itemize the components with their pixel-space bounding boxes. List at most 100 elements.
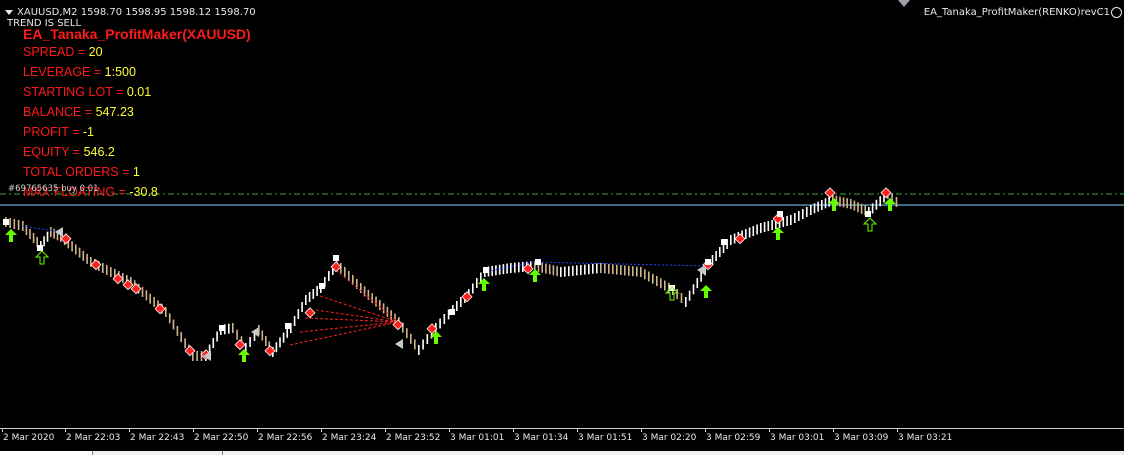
sell-marker-icon — [234, 339, 246, 351]
renko-brick — [608, 263, 610, 274]
renko-brick — [636, 266, 638, 277]
renko-brick — [794, 213, 796, 223]
renko-brick — [676, 289, 678, 299]
renko-brick — [53, 228, 55, 239]
smiley-icon[interactable] — [1111, 7, 1122, 18]
trade-link-line — [21, 225, 63, 233]
close-marker-icon — [333, 255, 339, 261]
renko-brick — [604, 263, 606, 274]
renko-brick — [180, 332, 182, 343]
renko-brick — [564, 266, 566, 277]
renko-brick — [752, 226, 755, 236]
sell-marker-icon — [461, 291, 473, 303]
renko-brick — [719, 247, 721, 257]
renko-brick — [748, 227, 751, 238]
renko-brick — [82, 250, 85, 261]
time-tick-mark — [833, 428, 834, 432]
renko-brick — [802, 209, 804, 219]
price-plot[interactable] — [0, 0, 1124, 455]
renko-brick — [810, 205, 812, 215]
close-marker-icon — [219, 325, 225, 331]
renko-brick — [75, 244, 77, 255]
renko-brick — [506, 263, 508, 274]
renko-brick — [745, 229, 747, 239]
chart-tab[interactable] — [0, 451, 93, 455]
renko-brick — [282, 332, 285, 343]
renko-brick — [32, 233, 35, 243]
renko-brick — [640, 267, 642, 277]
bottom-tab-bar — [0, 451, 1124, 455]
renko-brick — [328, 271, 330, 281]
renko-brick — [730, 235, 732, 245]
chevron-down-icon[interactable] — [5, 9, 13, 15]
renko-brick — [648, 271, 650, 282]
buy-arrow-icon — [5, 229, 17, 242]
renko-brick — [696, 278, 699, 288]
sell-marker-icon — [154, 303, 166, 315]
renko-brick — [786, 216, 788, 226]
info-row-label: TOTAL ORDERS = — [23, 165, 133, 179]
renko-brick — [426, 334, 429, 344]
renko-brick — [839, 196, 841, 207]
renko-brick — [895, 197, 898, 207]
buy-arrow-icon — [772, 227, 784, 240]
renko-brick — [17, 220, 20, 230]
close-marker-icon — [777, 211, 783, 217]
chart-shift-marker[interactable] — [898, 0, 910, 7]
buy-arrow-outline-icon — [862, 217, 878, 232]
renko-brick — [78, 247, 81, 258]
renko-brick — [806, 207, 808, 217]
renko-brick — [510, 263, 512, 273]
renko-brick — [685, 297, 687, 307]
renko-brick — [632, 266, 634, 277]
buy-arrow-outline-icon — [34, 250, 50, 265]
renko-brick — [821, 200, 823, 210]
renko-brick — [363, 286, 366, 297]
time-tick-label: 2 Mar 23:24 — [322, 433, 377, 443]
symbol-header[interactable]: XAUUSD,M2 1598.70 1598.95 1598.12 1598.7… — [2, 5, 256, 19]
time-tick-mark — [65, 428, 66, 432]
info-row: STARTING LOT = 0.01 — [23, 85, 151, 99]
renko-brick — [50, 227, 52, 237]
renko-brick — [439, 318, 441, 329]
time-tick-mark — [641, 428, 642, 432]
renko-brick — [316, 286, 318, 296]
close-marker-icon — [285, 323, 291, 329]
trade-fan-line — [304, 317, 399, 323]
panel-title: EA_Tanaka_ProfitMaker(XAUUSD) — [23, 26, 251, 42]
renko-brick — [340, 263, 342, 273]
renko-brick — [13, 219, 16, 229]
renko-brick — [857, 202, 859, 213]
renko-brick — [414, 339, 416, 350]
time-tick-mark — [129, 428, 130, 432]
renko-brick — [798, 211, 800, 221]
info-row: SPREAD = 20 — [23, 45, 103, 59]
renko-brick — [660, 278, 662, 289]
renko-brick — [846, 198, 848, 209]
info-row-label: STARTING LOT = — [23, 85, 127, 99]
renko-brick — [460, 297, 462, 307]
renko-brick — [664, 280, 666, 291]
renko-brick — [456, 301, 458, 311]
renko-brick — [495, 265, 497, 276]
renko-brick — [367, 289, 370, 300]
renko-brick — [344, 267, 346, 277]
chart-area[interactable] — [0, 0, 1124, 455]
renko-brick — [43, 236, 45, 247]
info-row-value: 20 — [88, 45, 103, 59]
renko-brick — [297, 309, 300, 319]
renko-brick — [688, 290, 691, 301]
renko-brick — [228, 323, 230, 334]
order-line-label: #69765635 buy 0.01 — [8, 184, 99, 194]
renko-brick — [491, 265, 493, 276]
renko-brick — [406, 328, 408, 339]
time-tick-label: 3 Mar 03:21 — [898, 433, 953, 443]
renko-brick — [301, 302, 303, 312]
renko-brick — [612, 264, 614, 275]
renko-brick — [141, 287, 144, 297]
info-row-label: SPREAD = — [23, 45, 89, 59]
expert-advisor-name[interactable]: EA_Tanaka_ProfitMaker(RENKO)revC1 — [924, 7, 1110, 18]
info-row-value: 546.2 — [83, 145, 115, 159]
renko-brick — [216, 331, 218, 342]
renko-brick — [580, 265, 582, 275]
